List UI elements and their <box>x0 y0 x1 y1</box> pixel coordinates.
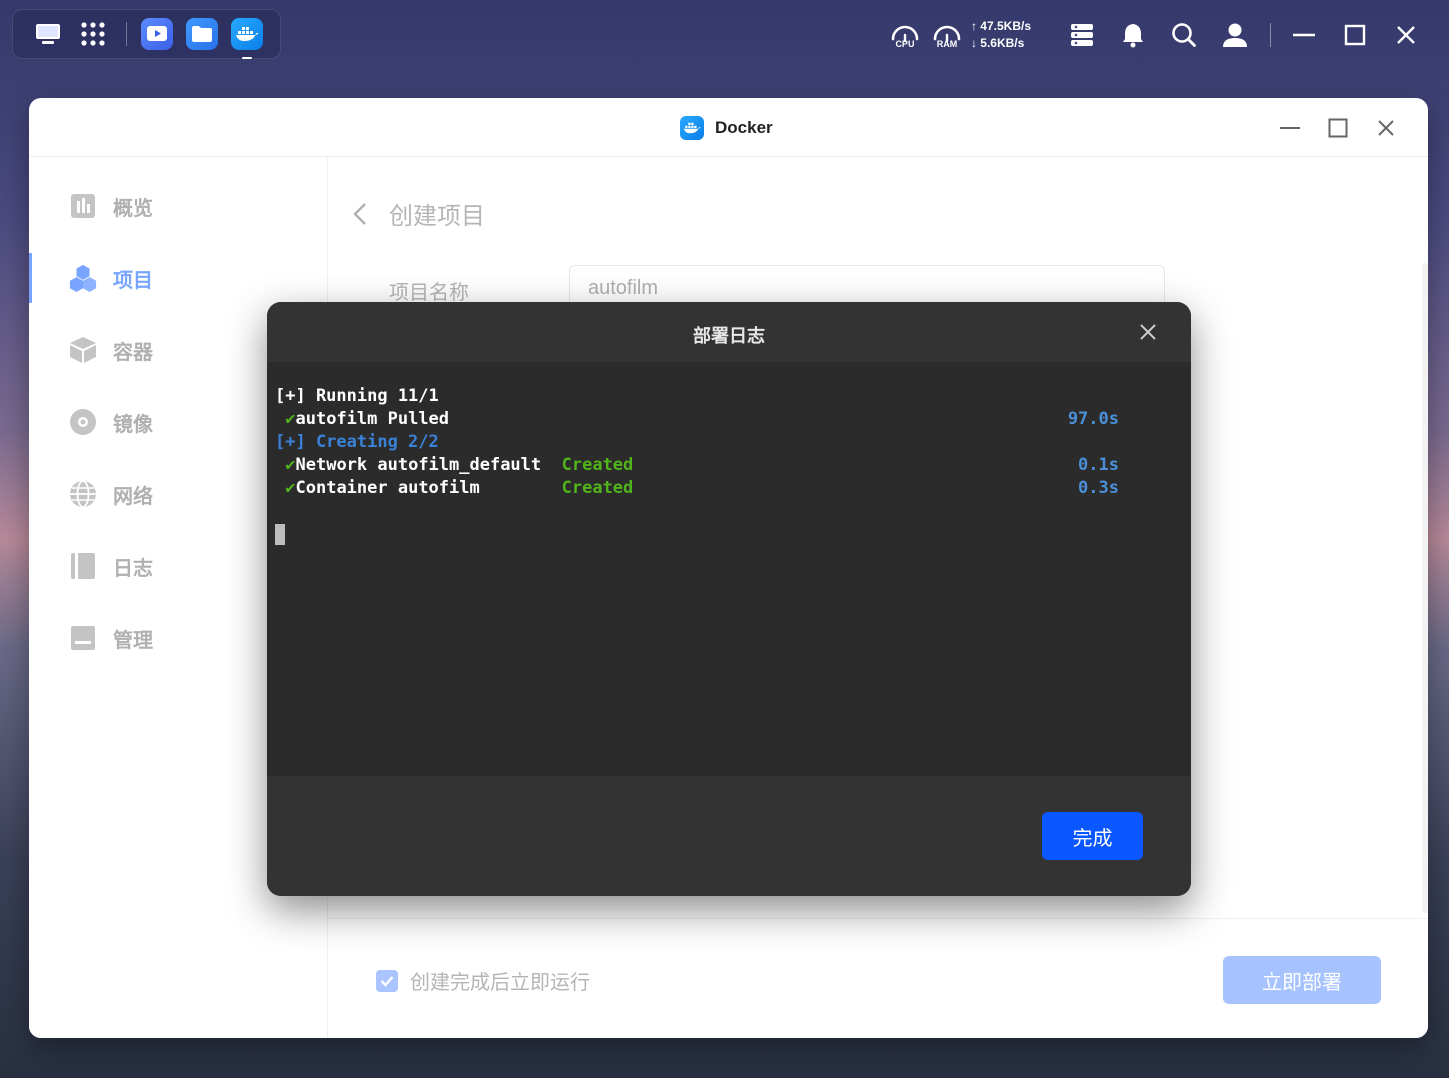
check-icon: ✔ <box>285 478 296 498</box>
log-line-pulled: ✔autofilm Pulled <box>275 408 449 431</box>
deploy-log-dialog: 部署日志 [+] Running 11/1 ✔autofilm Pulled 9… <box>267 302 1191 896</box>
log-pulled-text: autofilm Pulled <box>295 409 450 429</box>
dialog-close-icon[interactable] <box>1135 319 1161 345</box>
dialog-header: 部署日志 <box>267 302 1191 362</box>
log-line-running: [+] Running 11/1 <box>275 386 439 406</box>
log-line-creating: [+] Creating 2/2 <box>275 432 439 452</box>
log-line-network: ✔Network autofilm_default Created <box>275 454 633 477</box>
log-terminal[interactable]: [+] Running 11/1 ✔autofilm Pulled 97.0s … <box>267 362 1191 776</box>
check-icon: ✔ <box>285 409 296 429</box>
log-network-name: Network autofilm_default <box>295 455 542 475</box>
check-icon: ✔ <box>285 455 296 475</box>
log-container-status: Created <box>561 478 634 498</box>
log-network-time: 0.1s <box>1078 455 1119 475</box>
done-button[interactable]: 完成 <box>1042 812 1143 860</box>
log-container-time: 0.3s <box>1078 478 1119 498</box>
dialog-footer: 完成 <box>267 776 1191 896</box>
log-container-name: Container autofilm <box>295 478 480 498</box>
log-pulled-time: 97.0s <box>1067 409 1119 429</box>
dialog-title: 部署日志 <box>693 326 765 346</box>
log-line-container: ✔Container autofilm Created <box>275 477 633 500</box>
log-network-status: Created <box>561 455 634 475</box>
terminal-cursor <box>275 524 285 545</box>
